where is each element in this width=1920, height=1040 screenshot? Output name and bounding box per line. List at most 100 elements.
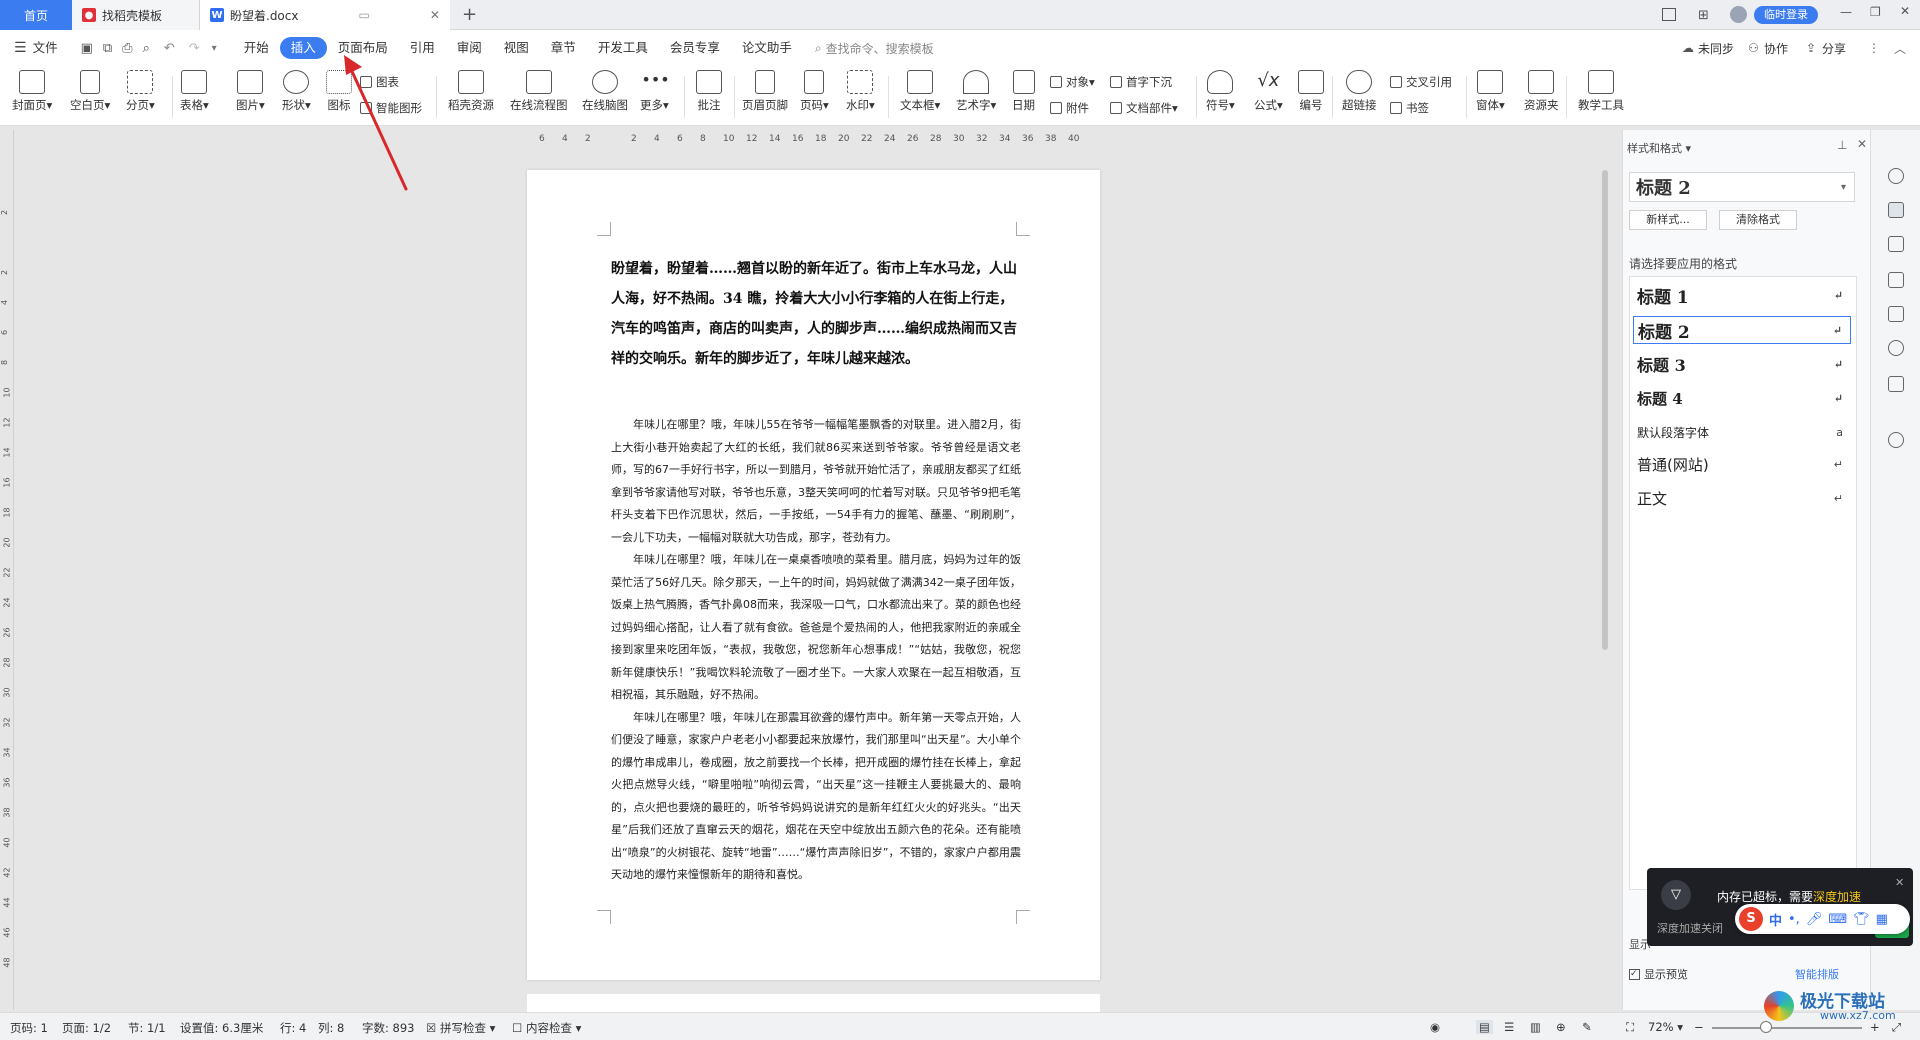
toast-close-icon[interactable]: ✕ (1895, 876, 1904, 889)
outline-view-icon[interactable]: ☰ (1504, 1020, 1514, 1034)
date-button[interactable]: 日期 (1012, 70, 1035, 113)
teaching-tools-button[interactable]: 教学工具 (1578, 70, 1624, 113)
restore-icon[interactable]: ❐ (1870, 5, 1881, 19)
blank-page-button[interactable]: 空白页▾ (70, 70, 110, 113)
horizontal-ruler[interactable]: 6 4 2 2 4 6 8 10 12 14 16 18 20 22 24 26 28 30 32 34 36 38 40 (527, 130, 1079, 148)
page-view-icon[interactable]: ▤ (1476, 1020, 1493, 1034)
collab-button[interactable]: 协作 (1764, 40, 1788, 57)
minimize-icon[interactable]: — (1840, 5, 1852, 19)
clear-format-button[interactable]: 清除格式 (1719, 210, 1797, 230)
style-normal-web[interactable]: 普通(网站) ↵ (1633, 450, 1851, 478)
status-section[interactable]: 节: 1/1 (128, 1020, 166, 1036)
zoom-slider[interactable] (1712, 1027, 1862, 1029)
tab-home[interactable]: 首页 (0, 0, 72, 30)
share-button[interactable]: 分享 (1822, 40, 1846, 57)
doc-parts-button[interactable]: 文档部件 ▾ (1110, 100, 1178, 116)
scrollbar-thumb[interactable] (1602, 170, 1608, 650)
tab-close-icon[interactable]: ✕ (430, 8, 440, 22)
tab-document[interactable]: W 盼望着.docx ▭ ✕ (200, 0, 450, 30)
image-icon[interactable] (1888, 306, 1904, 322)
document-page[interactable]: 盼望着，盼望着……翘首以盼的新年近了。街市上车水马龙，人山人海，好不热闹。34 … (527, 170, 1100, 980)
status-words[interactable]: 字数: 893 (362, 1020, 414, 1036)
picture-button[interactable]: 图片▾ (236, 70, 265, 113)
comment-button[interactable]: 批注 (696, 70, 722, 113)
close-window-icon[interactable]: ✕ (1900, 4, 1910, 18)
doc-paragraph[interactable]: 年味儿在哪里？哦，年味儿55在爷爷一幅幅笔墨飘香的对联里。进入腊2月，街上大街小… (611, 414, 1021, 549)
book-icon[interactable] (1888, 376, 1904, 392)
object-button[interactable]: 对象 ▾ (1050, 74, 1095, 90)
tab-pin-icon[interactable]: ▭ (359, 8, 370, 22)
vertical-ruler[interactable]: 2 2 4 6 8 10 12 14 16 18 20 22 24 26 28 30 32 34 36 38 40 42 4… (0, 130, 14, 1010)
location-icon[interactable] (1888, 340, 1904, 356)
next-page[interactable] (527, 994, 1100, 1014)
cross-ref-button[interactable]: 交叉引用 (1390, 74, 1452, 90)
docer-resources-button[interactable]: 稻壳资源 (448, 70, 494, 113)
page-number-button[interactable]: 页码▾ (800, 70, 829, 113)
keyboard-icon[interactable]: ⌨ (1828, 912, 1847, 927)
reading-view-icon[interactable]: ▥ (1530, 1020, 1541, 1034)
menu-insert[interactable]: 插入 (279, 37, 327, 59)
show-preview-checkbox[interactable]: ✓ 显示预览 (1629, 966, 1688, 982)
web-view-icon[interactable]: ⊕ (1556, 1020, 1566, 1034)
textbox-button[interactable]: 文本框▾ (900, 70, 940, 113)
status-page-code[interactable]: 页码: 1 (10, 1020, 48, 1036)
symbol-button[interactable]: 符号▾ (1206, 70, 1235, 113)
zoom-level[interactable]: 72% ▾ (1648, 1020, 1683, 1034)
doc-heading[interactable]: 盼望着，盼望着……翘首以盼的新年近了。街市上车水马龙，人山人海，好不热闹。34 … (611, 254, 1021, 374)
resource-folder-button[interactable]: 资源夹 (1524, 70, 1559, 113)
style-heading-1[interactable]: 标题 1 ↵ (1633, 281, 1851, 309)
content-check-button[interactable]: ☐ 内容检查 ▾ (512, 1020, 581, 1036)
menu-file[interactable]: 文件 (31, 37, 69, 59)
status-col[interactable]: 列: 8 (318, 1020, 344, 1036)
status-setting[interactable]: 设置值: 6.3厘米 (180, 1020, 263, 1036)
flowchart-button[interactable]: 在线流程图 (510, 70, 568, 113)
mindmap-button[interactable]: 在线脑图 (582, 70, 628, 113)
cover-page-button[interactable]: 封面页▾ (12, 70, 52, 113)
select-cursor-icon[interactable] (1888, 236, 1904, 252)
style-heading-4[interactable]: 标题 4 ↵ (1633, 384, 1851, 412)
print-icon[interactable]: ⎙ (122, 41, 132, 56)
ime-toolbar[interactable]: S 中 •, 🎤︎ ⌨ 👕︎ ▦ (1735, 904, 1910, 934)
window-layout-icon[interactable] (1662, 8, 1676, 21)
spell-check-button[interactable]: ☒ 拼写检查 ▾ (426, 1020, 495, 1036)
smart-layout-link[interactable]: 智能排版 (1795, 966, 1839, 982)
table-button[interactable]: 表格▾ (180, 70, 209, 113)
apps-grid-icon[interactable]: ⊞ (1698, 8, 1709, 23)
new-style-button[interactable]: 新样式... (1629, 210, 1707, 230)
style-body[interactable]: 正文 ↵ (1633, 484, 1851, 512)
zoom-out-icon[interactable]: − (1694, 1020, 1704, 1034)
hyperlink-button[interactable]: 超链接 (1342, 70, 1377, 113)
wordart-button[interactable]: 艺术字▾ (956, 70, 996, 113)
style-brush-icon[interactable] (1888, 202, 1904, 218)
ime-language[interactable]: 中 (1769, 910, 1782, 929)
menu-start[interactable]: 开始 (233, 37, 280, 59)
drop-cap-button[interactable]: 首字下沉 (1110, 74, 1172, 90)
form-button[interactable]: 窗体▾ (1476, 70, 1505, 113)
ime-punct[interactable]: •, (1788, 912, 1800, 927)
header-footer-button[interactable]: 页眉页脚 (742, 70, 788, 113)
adjust-sliders-icon[interactable] (1888, 272, 1904, 288)
vertical-scrollbar[interactable] (1600, 130, 1610, 1010)
menu-member[interactable]: 会员专享 (659, 37, 731, 59)
current-style-select[interactable]: 标题 2 ▾ (1629, 172, 1855, 202)
quick-access-more-icon[interactable]: ▾ (212, 43, 217, 54)
eye-protection-icon[interactable]: ◉ (1430, 1020, 1440, 1034)
rocket-icon[interactable] (1888, 168, 1904, 184)
new-tab-button[interactable]: + (462, 4, 477, 25)
redo-icon[interactable]: ↷ (189, 41, 200, 56)
status-page[interactable]: 页面: 1/2 (62, 1020, 111, 1036)
sync-status[interactable]: 未同步 (1698, 40, 1734, 57)
menu-thesis[interactable]: 论文助手 (731, 37, 803, 59)
print-preview-icon[interactable]: ⌕ (143, 41, 150, 56)
style-heading-2[interactable]: 标题 2 ↵ (1633, 316, 1851, 344)
pin-icon[interactable]: ⊥ (1837, 138, 1847, 152)
bookmark-button[interactable]: 书签 (1390, 100, 1429, 116)
skin-icon[interactable]: 👕︎ (1853, 912, 1870, 927)
page-break-button[interactable]: 分页▾ (126, 70, 155, 113)
login-button[interactable]: 临时登录 (1754, 6, 1818, 24)
more-button[interactable]: ••• 更多▾ (640, 70, 670, 113)
menu-chapter[interactable]: 章节 (540, 37, 587, 59)
write-mode-icon[interactable]: ✎ (1582, 1020, 1592, 1034)
style-default-paragraph-font[interactable]: 默认段落字体 a (1633, 418, 1851, 446)
style-heading-3[interactable]: 标题 3 ↵ (1633, 350, 1851, 378)
